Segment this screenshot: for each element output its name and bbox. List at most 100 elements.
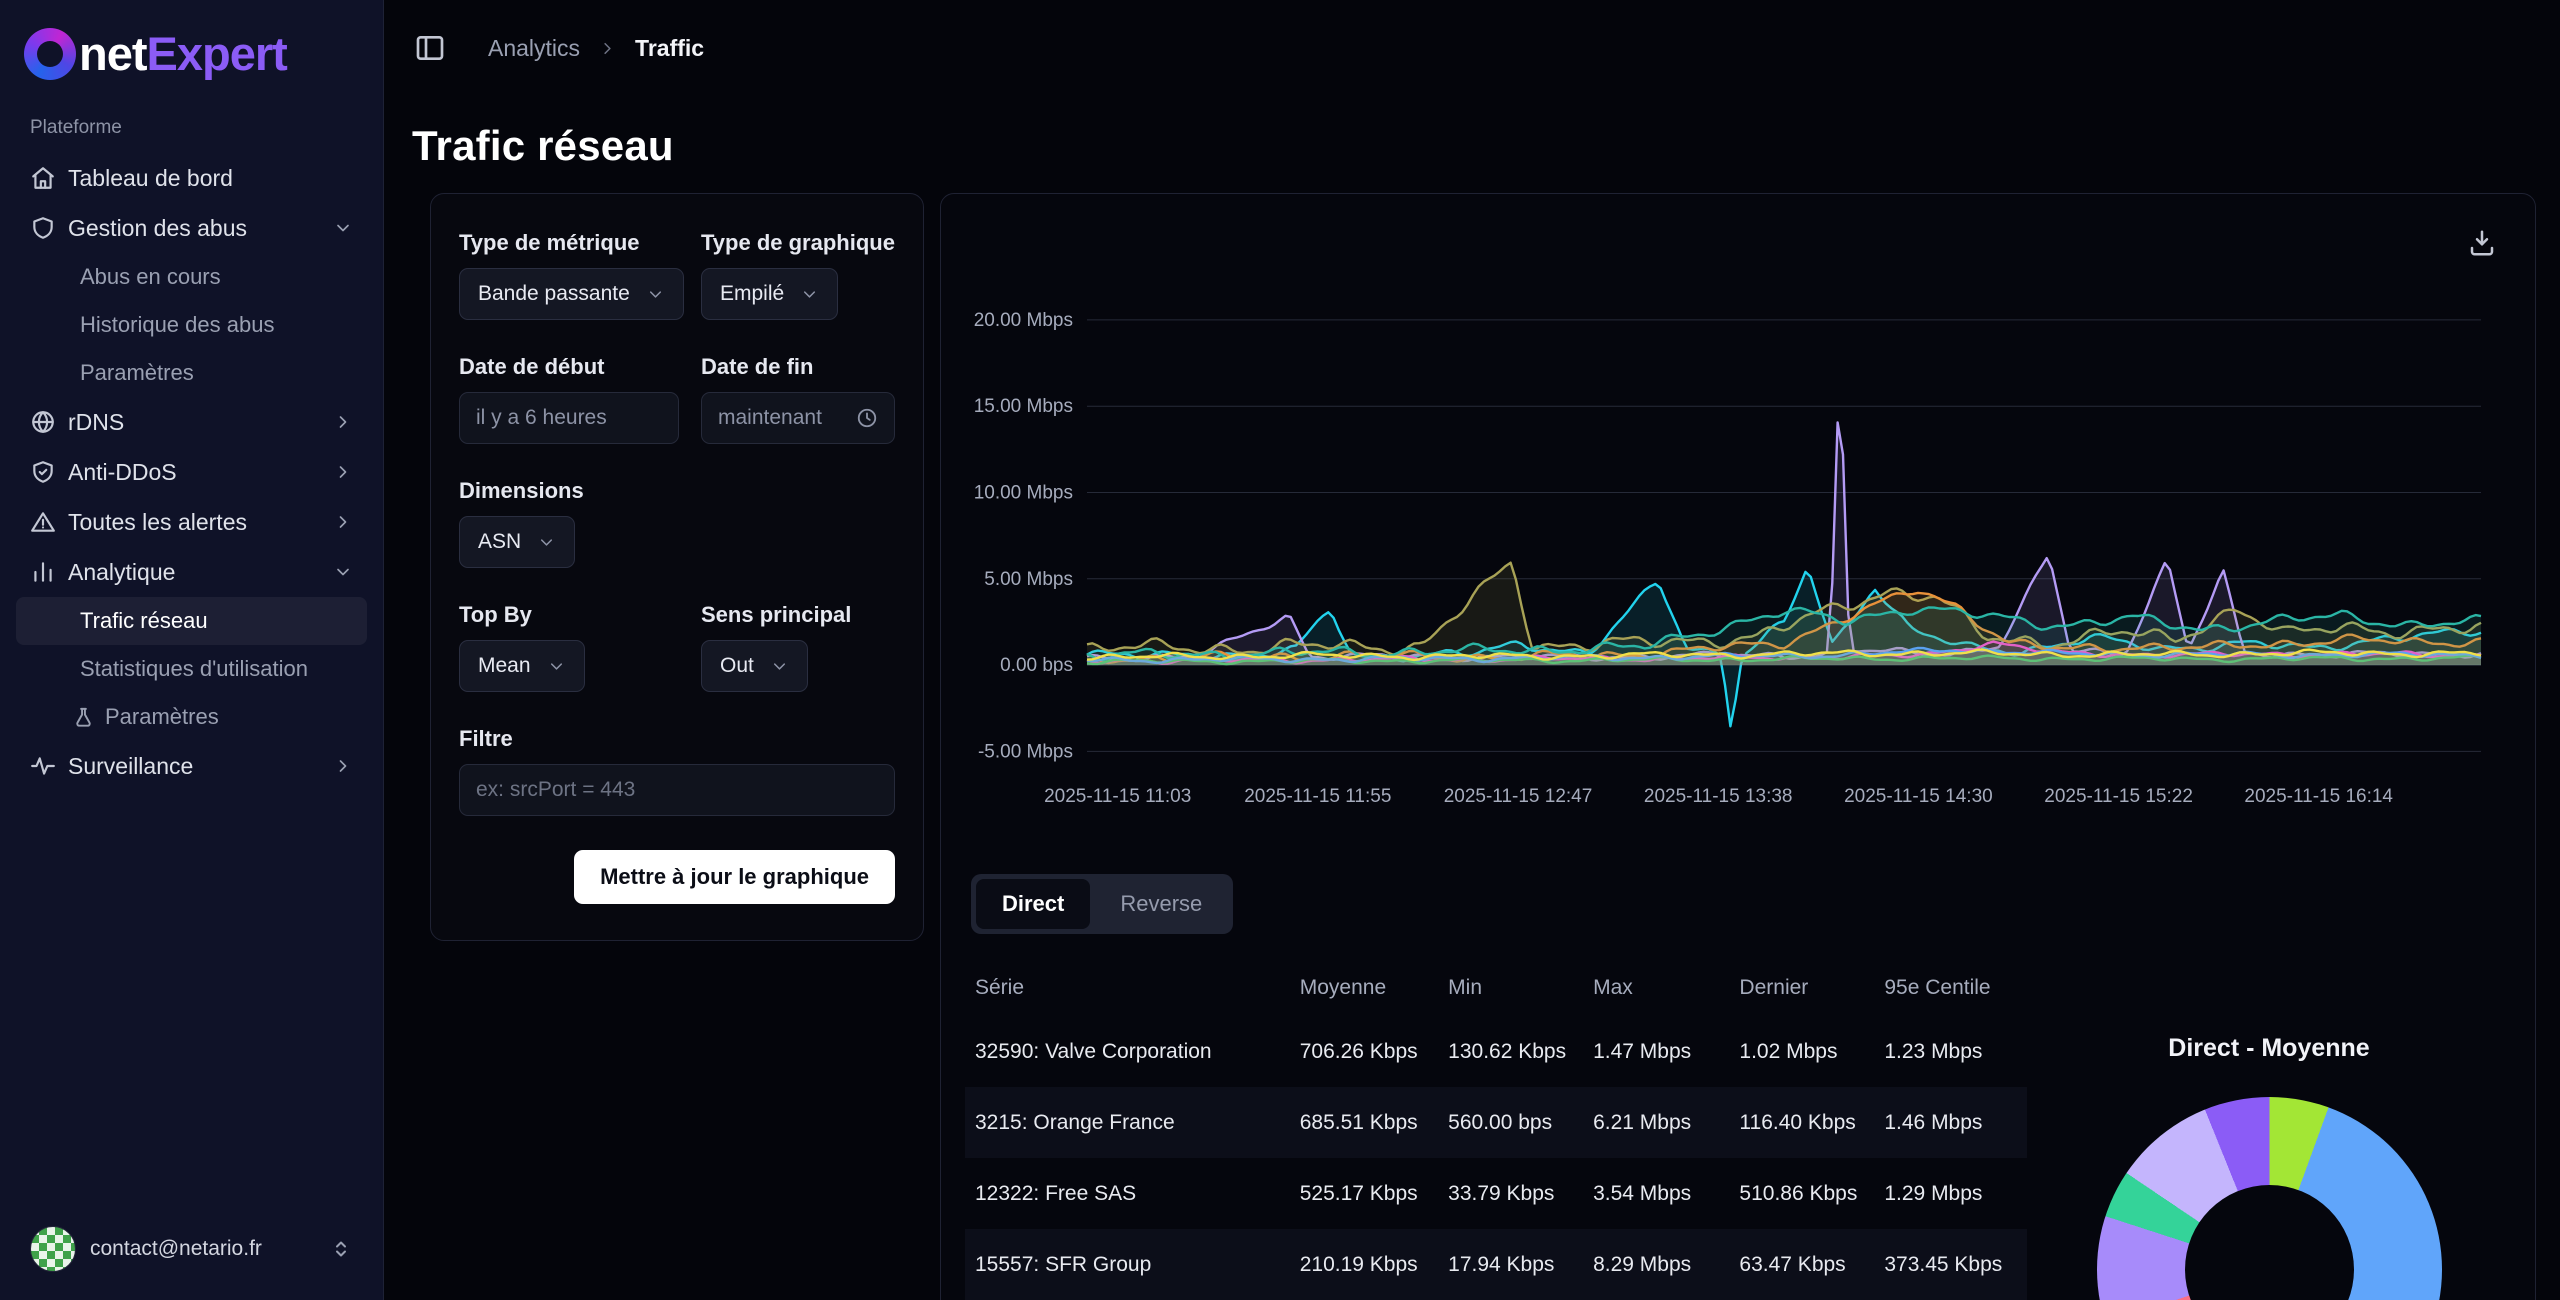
sidebar-item-historique-des-abus[interactable]: Historique des abus xyxy=(16,301,367,349)
table-row: 32590: Valve Corporation706.26 Kbps130.6… xyxy=(965,1016,2027,1087)
sidebar-item-label: Analytique xyxy=(68,559,175,586)
start-date-value: il y a 6 heures xyxy=(476,406,607,430)
svg-text:20.00 Mbps: 20.00 Mbps xyxy=(974,310,1073,331)
sidebar-item-surveillance[interactable]: Surveillance xyxy=(16,741,367,791)
shield-alert-icon xyxy=(30,215,56,241)
sidebar-item-label: Paramètres xyxy=(80,360,194,386)
dimensions-label: Dimensions xyxy=(459,478,895,504)
chevron-right-icon xyxy=(333,462,353,482)
table-row: 12322: Free SAS525.17 Kbps33.79 Kbps3.54… xyxy=(965,1158,2027,1229)
sidebar-nav: Tableau de bord Gestion des abus Abus en… xyxy=(0,153,383,791)
sidebar-toggle-icon[interactable] xyxy=(414,32,446,64)
sidebar-item-label: Anti-DDoS xyxy=(68,459,177,486)
direction-tabs: Direct Reverse xyxy=(971,874,1233,934)
tab-reverse[interactable]: Reverse xyxy=(1094,879,1228,929)
flask-icon xyxy=(72,706,95,729)
metric-type-field: Type de métrique Bande passante xyxy=(459,230,679,320)
sidebar-item-rdns[interactable]: rDNS xyxy=(16,397,367,447)
sidebar-item-trafic-reseau[interactable]: Trafic réseau xyxy=(16,597,367,645)
svg-text:-5.00 Mbps: -5.00 Mbps xyxy=(978,741,1073,762)
sidebar-item-toutes-les-alertes[interactable]: Toutes les alertes xyxy=(16,497,367,547)
sidebar-item-label: Toutes les alertes xyxy=(68,509,247,536)
svg-text:2025-11-15 15:22: 2025-11-15 15:22 xyxy=(2044,786,2193,807)
chevron-down-icon xyxy=(800,285,819,304)
sidebar-item-gestion-des-abus[interactable]: Gestion des abus xyxy=(16,203,367,253)
filter-field: Filtre ex: srcPort = 443 xyxy=(459,726,895,816)
svg-text:0.00 bps: 0.00 bps xyxy=(1000,655,1073,676)
graph-type-label: Type de graphique xyxy=(701,230,895,256)
svg-text:2025-11-15 14:30: 2025-11-15 14:30 xyxy=(1844,786,1993,807)
top-by-value: Mean xyxy=(478,654,531,678)
brand-name-secondary: Expert xyxy=(147,26,287,81)
svg-text:5.00 Mbps: 5.00 Mbps xyxy=(984,569,1073,590)
svg-text:2025-11-15 16:14: 2025-11-15 16:14 xyxy=(2244,786,2393,807)
metric-type-value: Bande passante xyxy=(478,282,630,306)
sidebar-item-label: Gestion des abus xyxy=(68,215,247,242)
sidebar-item-statistiques-utilisation[interactable]: Statistiques d'utilisation xyxy=(16,645,367,693)
direction-select[interactable]: Out xyxy=(701,640,808,692)
table-cell: 1.29 Mbps xyxy=(1874,1158,2027,1229)
direction-field: Sens principal Out xyxy=(701,602,895,692)
chevron-down-icon xyxy=(537,533,556,552)
start-date-input[interactable]: il y a 6 heures xyxy=(459,392,679,444)
chevron-down-icon xyxy=(770,657,789,676)
sidebar-item-abus-en-cours[interactable]: Abus en cours xyxy=(16,253,367,301)
sidebar: net Expert Plateforme Tableau de bord Ge… xyxy=(0,0,384,1300)
graph-type-field: Type de graphique Empilé xyxy=(701,230,895,320)
top-by-select[interactable]: Mean xyxy=(459,640,585,692)
shield-icon xyxy=(30,459,56,485)
update-chart-button[interactable]: Mettre à jour le graphique xyxy=(574,850,895,904)
tab-direct[interactable]: Direct xyxy=(976,879,1090,929)
svg-text:15.00 Mbps: 15.00 Mbps xyxy=(974,396,1073,417)
table-cell: 3215: Orange France xyxy=(965,1087,1290,1158)
sidebar-item-analytique[interactable]: Analytique xyxy=(16,547,367,597)
sidebar-item-tableau-de-bord[interactable]: Tableau de bord xyxy=(16,153,367,203)
topbar: Analytics Traffic xyxy=(384,0,2560,64)
chevron-down-icon xyxy=(646,285,665,304)
end-date-label: Date de fin xyxy=(701,354,895,380)
table-row: 3215: Orange France685.51 Kbps560.00 bps… xyxy=(965,1087,2027,1158)
table-cell: 63.47 Kbps xyxy=(1729,1229,1874,1300)
donut-title: Direct - Moyenne xyxy=(2168,1034,2369,1063)
sidebar-item-anti-ddos[interactable]: Anti-DDoS xyxy=(16,447,367,497)
download-icon[interactable] xyxy=(2467,228,2497,258)
table-row: 15557: SFR Group210.19 Kbps17.94 Kbps8.2… xyxy=(965,1229,2027,1300)
graph-type-select[interactable]: Empilé xyxy=(701,268,838,320)
svg-text:2025-11-15 11:55: 2025-11-15 11:55 xyxy=(1244,786,1391,807)
sidebar-item-parametres-abus[interactable]: Paramètres xyxy=(16,349,367,397)
user-menu[interactable]: contact@netario.fr xyxy=(18,1216,365,1282)
sidebar-item-parametres-analytique[interactable]: Paramètres xyxy=(16,693,367,741)
filter-input[interactable]: ex: srcPort = 443 xyxy=(459,764,895,816)
table-column-header: Moyenne xyxy=(1290,960,1438,1016)
sidebar-item-label: Trafic réseau xyxy=(80,608,208,634)
dimensions-select[interactable]: ASN xyxy=(459,516,575,568)
chevron-right-icon xyxy=(333,512,353,532)
chevron-right-icon xyxy=(333,412,353,432)
table-cell: 8.29 Mbps xyxy=(1583,1229,1729,1300)
table-cell: 510.86 Kbps xyxy=(1729,1158,1874,1229)
direction-label: Sens principal xyxy=(701,602,895,628)
sidebar-item-label: Tableau de bord xyxy=(68,165,233,192)
table-column-header: Dernier xyxy=(1729,960,1874,1016)
bar-chart-icon xyxy=(30,559,56,585)
sidebar-item-label: rDNS xyxy=(68,409,124,436)
stats-table: SérieMoyenneMinMaxDernier95e Centile3259… xyxy=(965,960,2027,1300)
table-cell: 373.45 Kbps xyxy=(1874,1229,2027,1300)
traffic-panel: 20.00 Mbps15.00 Mbps10.00 Mbps5.00 Mbps0… xyxy=(940,193,2536,1300)
metric-type-select[interactable]: Bande passante xyxy=(459,268,684,320)
app-logo: net Expert xyxy=(0,0,383,87)
graph-type-value: Empilé xyxy=(720,282,784,306)
alert-triangle-icon xyxy=(30,509,56,535)
page-title: Trafic réseau xyxy=(412,122,2560,170)
end-date-input[interactable]: maintenant xyxy=(701,392,895,444)
metric-type-label: Type de métrique xyxy=(459,230,679,256)
sidebar-item-label: Surveillance xyxy=(68,753,193,780)
donut-section: Direct - Moyenne xyxy=(2027,1034,2511,1300)
table-cell: 130.62 Kbps xyxy=(1438,1016,1583,1087)
clock-icon[interactable] xyxy=(856,407,878,429)
top-by-label: Top By xyxy=(459,602,679,628)
end-date-value: maintenant xyxy=(718,406,822,430)
filter-label: Filtre xyxy=(459,726,895,752)
table-cell: 15557: SFR Group xyxy=(965,1229,1290,1300)
breadcrumb-parent[interactable]: Analytics xyxy=(488,35,580,62)
